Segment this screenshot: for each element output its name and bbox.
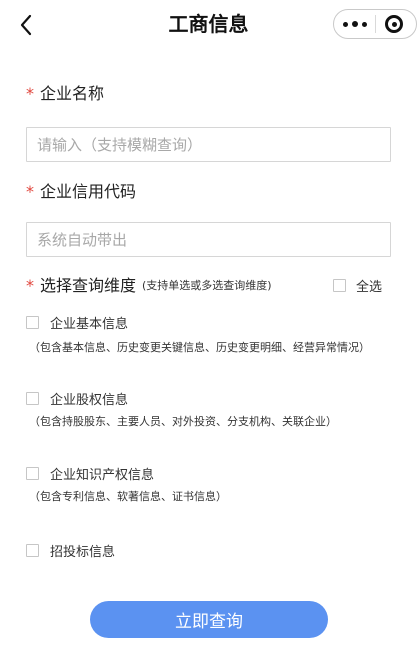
mini-program-capsule — [333, 9, 417, 39]
option-label: 企业股权信息 — [50, 393, 129, 408]
option-ip-info[interactable]: 企业知识产权信息 — [26, 464, 154, 483]
checkbox-box — [26, 544, 39, 557]
checkbox-box — [333, 279, 346, 292]
page: 工商信息 * 企业名称 * 企业信用代码 * 选择查询维度 (支持单选或多选查询… — [0, 0, 417, 646]
option-label: 企业基本信息 — [50, 317, 129, 332]
target-circle-icon — [385, 15, 404, 33]
company-name-label: * 企业名称 — [26, 83, 104, 105]
query-dimension-label: * 选择查询维度 (支持单选或多选查询维度) — [26, 275, 272, 297]
credit-code-label: * 企业信用代码 — [26, 181, 136, 203]
select-all-label: 全选 — [356, 280, 383, 295]
option-description: （包含基本信息、历史变更关键信息、历史变更明细、经营异常情况） — [29, 341, 370, 354]
close-mini-program-button[interactable] — [376, 10, 416, 38]
more-button[interactable] — [334, 10, 375, 38]
credit-code-label-text: 企业信用代码 — [40, 182, 137, 201]
submit-query-button[interactable]: 立即查询 — [90, 601, 328, 638]
more-dots-icon — [342, 21, 367, 27]
option-label: 招投标信息 — [50, 545, 116, 560]
company-name-label-text: 企业名称 — [40, 84, 105, 103]
select-all-checkbox[interactable]: 全选 — [333, 276, 382, 295]
query-dimension-hint: (支持单选或多选查询维度) — [142, 279, 272, 292]
option-label: 企业知识产权信息 — [50, 468, 155, 483]
checkbox-box — [26, 316, 39, 329]
option-basic-info[interactable]: 企业基本信息 — [26, 313, 128, 332]
option-description: （包含持股股东、主要人员、对外投资、分支机构、关联企业） — [29, 415, 337, 428]
checkbox-box — [26, 467, 39, 480]
option-bidding-info[interactable]: 招投标信息 — [26, 541, 115, 560]
option-equity-info[interactable]: 企业股权信息 — [26, 389, 128, 408]
required-mark: * — [26, 182, 34, 201]
option-description: （包含专利信息、软著信息、证书信息） — [29, 490, 227, 503]
credit-code-input[interactable] — [26, 222, 391, 257]
company-name-input[interactable] — [26, 127, 391, 162]
nav-bar: 工商信息 — [0, 0, 417, 48]
required-mark: * — [26, 276, 34, 295]
query-dimension-label-text: 选择查询维度 — [40, 276, 137, 295]
checkbox-box — [26, 392, 39, 405]
required-mark: * — [26, 84, 34, 103]
